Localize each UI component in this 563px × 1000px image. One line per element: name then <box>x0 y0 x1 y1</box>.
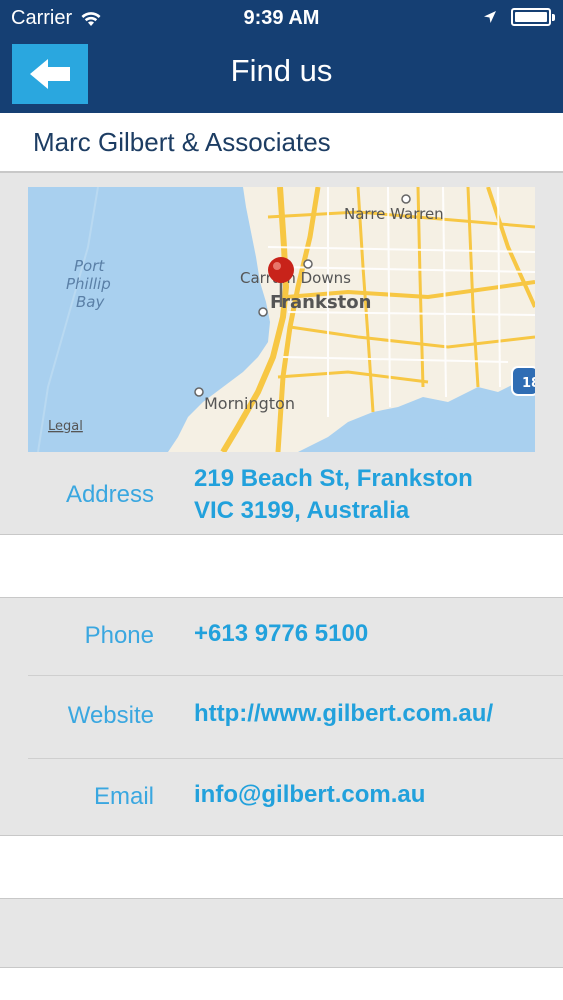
address-row: Address 219 Beach St, Frankston VIC 3199… <box>0 453 563 535</box>
website-label: Website <box>67 702 154 729</box>
phone-label: Phone <box>84 622 154 649</box>
map-section: Narre Warren Carrum Downs Frankston Port… <box>0 172 563 535</box>
status-time: 9:39 AM <box>243 7 320 29</box>
phone-row[interactable]: Phone +613 9776 5100 <box>0 598 563 676</box>
website-value[interactable]: http://www.gilbert.com.au/ <box>194 698 493 730</box>
business-name: Marc Gilbert & Associates <box>33 127 331 157</box>
address-value[interactable]: 219 Beach St, Frankston VIC 3199, Austra… <box>194 463 473 527</box>
map-label-carrum-downs: Carrum Downs <box>240 269 351 287</box>
status-indicators <box>483 8 555 26</box>
map-label-narre-warren: Narre Warren <box>344 205 444 223</box>
address-line-1: 219 Beach St, Frankston <box>194 465 473 492</box>
status-bar: Carrier 9:39 AM <box>0 0 563 36</box>
map-label-bay: Bay <box>76 293 105 311</box>
website-row[interactable]: Website http://www.gilbert.com.au/ <box>0 676 563 758</box>
email-value[interactable]: info@gilbert.com.au <box>194 779 425 811</box>
empty-section <box>0 898 563 968</box>
email-label: Email <box>93 783 154 810</box>
phone-value[interactable]: +613 9776 5100 <box>194 618 368 650</box>
map-label-mornington: Mornington <box>204 394 295 413</box>
battery-icon <box>511 8 555 26</box>
map-label-phillip: Phillip <box>66 275 111 293</box>
map-label-port: Port <box>74 257 105 275</box>
navigation-bar: Carrier 9:39 AM Find us <box>0 0 563 113</box>
business-header: Marc Gilbert & Associates <box>0 113 563 172</box>
route-shield-label: 18 <box>522 376 535 391</box>
page-title: Find us <box>230 53 333 88</box>
map-label-frankston: Frankston <box>270 292 371 313</box>
contact-section: Phone +613 9776 5100 Website http://www.… <box>0 597 563 836</box>
location-map[interactable]: Narre Warren Carrum Downs Frankston Port… <box>28 187 535 452</box>
location-arrow-icon <box>484 11 496 23</box>
map-graphic: Narre Warren Carrum Downs Frankston Port… <box>28 187 535 452</box>
email-row[interactable]: Email info@gilbert.com.au <box>0 759 563 836</box>
map-legal-link[interactable]: Legal <box>48 419 83 434</box>
address-label: Address <box>65 481 154 508</box>
address-line-2: VIC 3199, Australia <box>194 497 410 524</box>
